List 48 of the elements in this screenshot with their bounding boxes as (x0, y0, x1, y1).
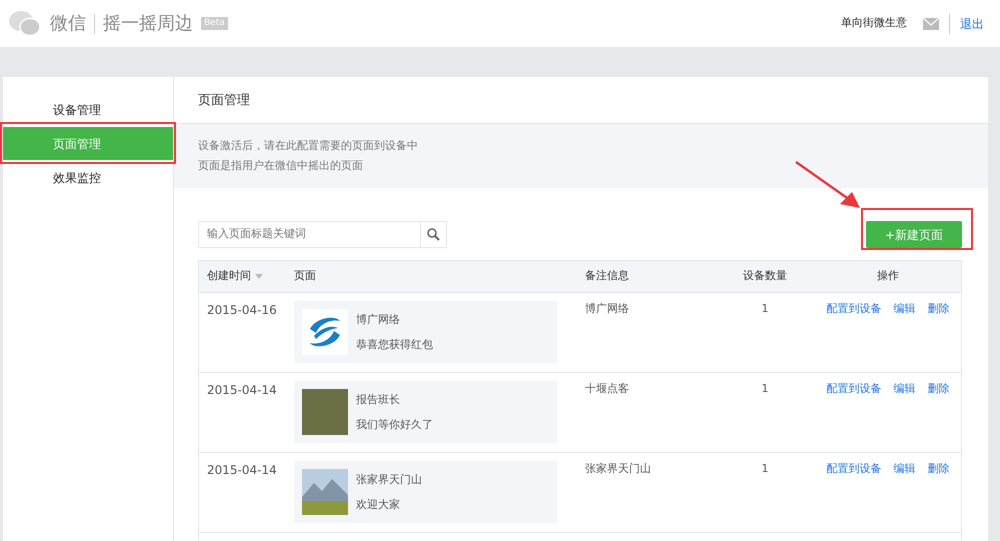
device-count: 1 (762, 382, 768, 395)
new-page-button[interactable]: +新建页面 (866, 221, 962, 248)
date-cell: 2015-04-16 (207, 303, 277, 317)
column-header: 设备数量 (743, 269, 787, 282)
date-cell: 2015-04-14 (207, 383, 277, 397)
page-subtitle-text: 欢迎大家 (356, 497, 401, 513)
landscape-image (302, 469, 348, 515)
notice-text: 设备激活后，请在此配置需要的页面到设备中 (198, 138, 419, 154)
action-link[interactable]: 配置到设备 (826, 462, 882, 475)
action-link[interactable]: 配置到设备 (826, 302, 882, 315)
column-header: 备注信息 (585, 269, 629, 282)
search-field[interactable]: 输入页面标题关键词 (198, 221, 421, 248)
mail-icon[interactable] (923, 18, 939, 30)
brand-name: 微信 (50, 12, 86, 36)
page-subtitle-text: 恭喜您获得红包 (356, 337, 433, 353)
product-name: 摇一摇周边 (103, 12, 193, 36)
action-link[interactable]: 删除 (928, 462, 950, 475)
page-title-text: 报告班长 (356, 392, 401, 408)
notice-text: 页面是指用户在微信中摇出的页面 (198, 158, 364, 174)
logout-link[interactable]: 退出 (960, 14, 984, 32)
action-link[interactable]: 编辑 (894, 462, 916, 475)
sort-caret-icon[interactable] (255, 274, 263, 279)
page-title-text: 张家界天门山 (356, 472, 422, 488)
note-cell: 张家界天门山 (585, 462, 651, 475)
sidebar-item[interactable]: 效果监控 (3, 161, 173, 195)
annotation-arrow (794, 160, 862, 210)
device-count: 1 (762, 462, 768, 475)
column-header: 创建时间 (207, 269, 251, 282)
date-cell: 2015-04-14 (207, 463, 277, 477)
action-link[interactable]: 删除 (928, 302, 950, 315)
search-icon (427, 228, 440, 241)
page-subtitle-text: 我们等你好久了 (356, 417, 433, 433)
note-cell: 十堰点客 (585, 382, 629, 395)
action-link[interactable]: 编辑 (894, 382, 916, 395)
sidebar-item[interactable]: 页面管理 (3, 127, 173, 161)
account-name: 单向街微生意 (841, 15, 907, 32)
column-header: 页面 (294, 269, 316, 282)
column-header: 操作 (877, 269, 899, 282)
note-cell: 博广网络 (585, 302, 629, 315)
device-count: 1 (762, 302, 768, 315)
action-link[interactable]: 配置到设备 (826, 382, 882, 395)
search-button[interactable] (421, 221, 447, 248)
action-link[interactable]: 删除 (928, 382, 950, 395)
photo-placeholder (302, 389, 348, 435)
logo-image (302, 309, 348, 355)
page-title-text: 博广网络 (356, 312, 401, 328)
action-link[interactable]: 编辑 (894, 302, 916, 315)
chat-bubbles-icon (8, 10, 42, 38)
